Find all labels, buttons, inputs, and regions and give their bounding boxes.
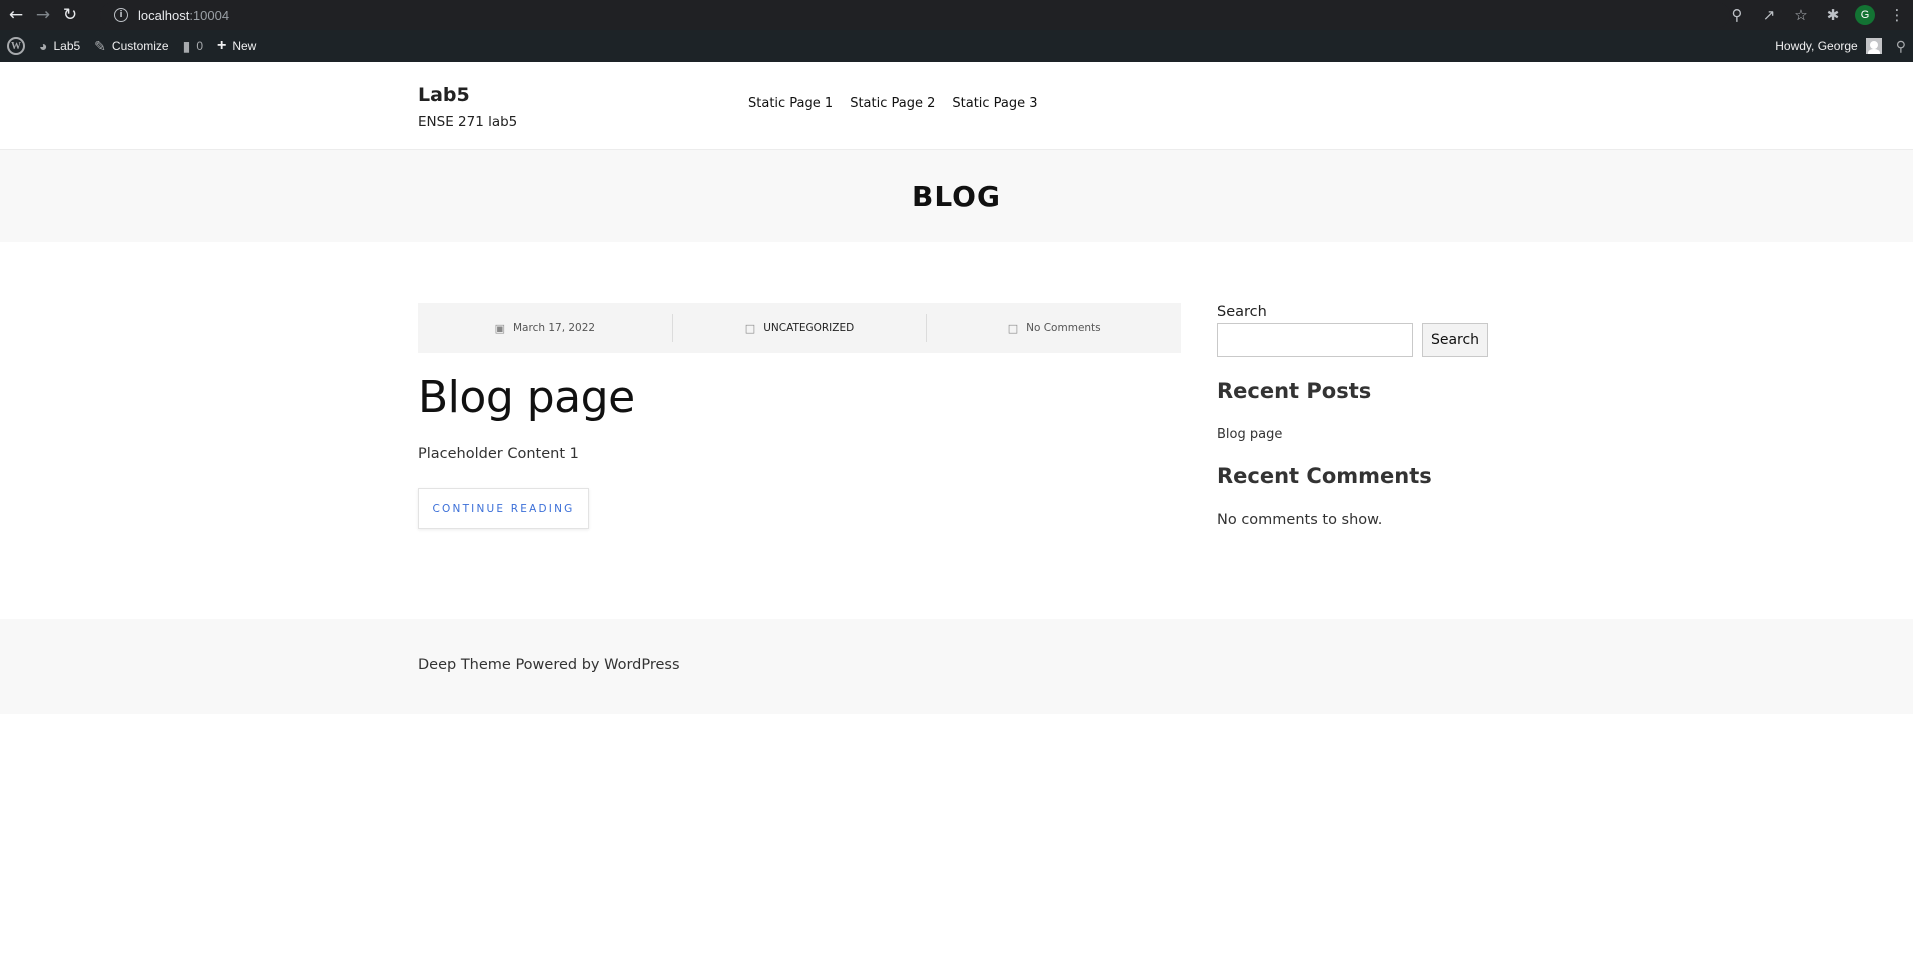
profile-avatar: G <box>1855 5 1875 25</box>
forward-icon[interactable]: → <box>32 4 54 26</box>
page-title-band: BLOG <box>0 150 1913 242</box>
comment-icon: □ <box>1007 321 1019 335</box>
admin-bar-account[interactable]: Howdy, George <box>1768 30 1888 62</box>
comment-icon: ▮ <box>182 37 191 54</box>
address-bar[interactable]: i localhost:10004 <box>100 2 1730 28</box>
search-icon: ⚲ <box>1895 37 1906 54</box>
admin-bar-site-name[interactable]: ◕ Lab5 <box>32 30 87 62</box>
recent-post-link[interactable]: Blog page <box>1217 427 1497 442</box>
wp-admin-bar: W ◕ Lab5 ✎ Customize ▮ 0 + New Howdy, George… <box>0 30 1913 62</box>
recent-comments-title: Recent Comments <box>1217 464 1432 488</box>
post-date-label: March 17, 2022 <box>512 322 596 334</box>
calendar-icon: ▣ <box>494 321 505 335</box>
brush-icon: ✎ <box>94 37 106 54</box>
site-title[interactable]: Lab5 <box>418 84 470 106</box>
extensions-icon[interactable]: ✱ <box>1817 0 1849 30</box>
search-input[interactable] <box>1217 323 1413 357</box>
nav-item-static-page-2[interactable]: Static Page 2 <box>850 96 935 111</box>
post-meta-bar: ▣ March 17, 2022 □ UNCATEGORIZED □ No Comme… <box>418 303 1181 353</box>
site-footer: Deep Theme Powered by WordPress <box>0 619 1913 714</box>
kebab-menu-icon[interactable]: ⋮ <box>1881 0 1913 30</box>
reload-icon[interactable]: ↻ <box>59 4 81 26</box>
post-comments-label: No Comments <box>1026 322 1101 334</box>
comments-count: 0 <box>196 39 203 53</box>
back-icon[interactable]: ← <box>5 4 27 26</box>
post-excerpt: Placeholder Content 1 <box>418 446 579 462</box>
dashboard-icon: ◕ <box>39 38 48 54</box>
admin-bar-comments[interactable]: ▮ 0 <box>176 30 210 62</box>
browser-toolbar: ← → ↻ i localhost:10004 ⚲ ↗ ☆ ✱ G ⋮ <box>0 0 1913 30</box>
nav-item-static-page-1[interactable]: Static Page 1 <box>748 96 833 111</box>
plus-icon: + <box>217 37 227 54</box>
post-title[interactable]: Blog page <box>418 372 635 423</box>
no-comments-text: No comments to show. <box>1217 512 1383 528</box>
post-category-label: UNCATEGORIZED <box>763 322 855 334</box>
new-label: New <box>232 39 257 53</box>
admin-bar-customize[interactable]: ✎ Customize <box>87 30 175 62</box>
sidebar: Search Search Recent Posts Blog page Rec… <box>1217 304 1497 528</box>
footer-credit: Deep Theme Powered by WordPress <box>418 657 680 673</box>
site-header: Lab5 ENSE 271 lab5 Static Page 1 Static … <box>0 62 1913 150</box>
howdy-label: Howdy, George <box>1775 39 1858 53</box>
profile-button[interactable]: G <box>1849 0 1881 30</box>
search-form: Search <box>1217 323 1497 357</box>
wp-logo-menu[interactable]: W <box>0 30 32 62</box>
zoom-icon[interactable]: ⚲ <box>1721 0 1753 30</box>
user-avatar-icon <box>1865 38 1882 54</box>
recent-posts-title: Recent Posts <box>1217 379 1372 403</box>
page-title: BLOG <box>912 179 1001 213</box>
url-host: localhost <box>138 7 190 23</box>
continue-reading-button[interactable]: CONTINUE READING <box>418 488 589 529</box>
search-label: Search <box>1217 304 1267 320</box>
folder-icon: □ <box>744 321 756 335</box>
nav-item-static-page-3[interactable]: Static Page 3 <box>952 96 1037 111</box>
search-button[interactable]: Search <box>1422 323 1488 357</box>
post-category[interactable]: □ UNCATEGORIZED <box>671 314 927 342</box>
post-comments[interactable]: □ No Comments <box>926 314 1181 342</box>
share-icon[interactable]: ↗ <box>1753 0 1785 30</box>
site-tagline: ENSE 271 lab5 <box>418 114 518 130</box>
wordpress-icon: W <box>7 37 25 55</box>
post-date[interactable]: ▣ March 17, 2022 <box>418 314 672 342</box>
admin-bar-search[interactable]: ⚲ <box>1889 30 1913 62</box>
admin-site-name-label: Lab5 <box>53 39 81 53</box>
bookmark-star-icon[interactable]: ☆ <box>1785 0 1817 30</box>
primary-navigation: Static Page 1 Static Page 2 Static Page … <box>748 96 1038 111</box>
site-info-icon[interactable]: i <box>114 8 128 22</box>
url-port: :10004 <box>189 7 230 23</box>
customize-label: Customize <box>111 39 169 53</box>
admin-bar-new[interactable]: + New <box>210 30 263 62</box>
